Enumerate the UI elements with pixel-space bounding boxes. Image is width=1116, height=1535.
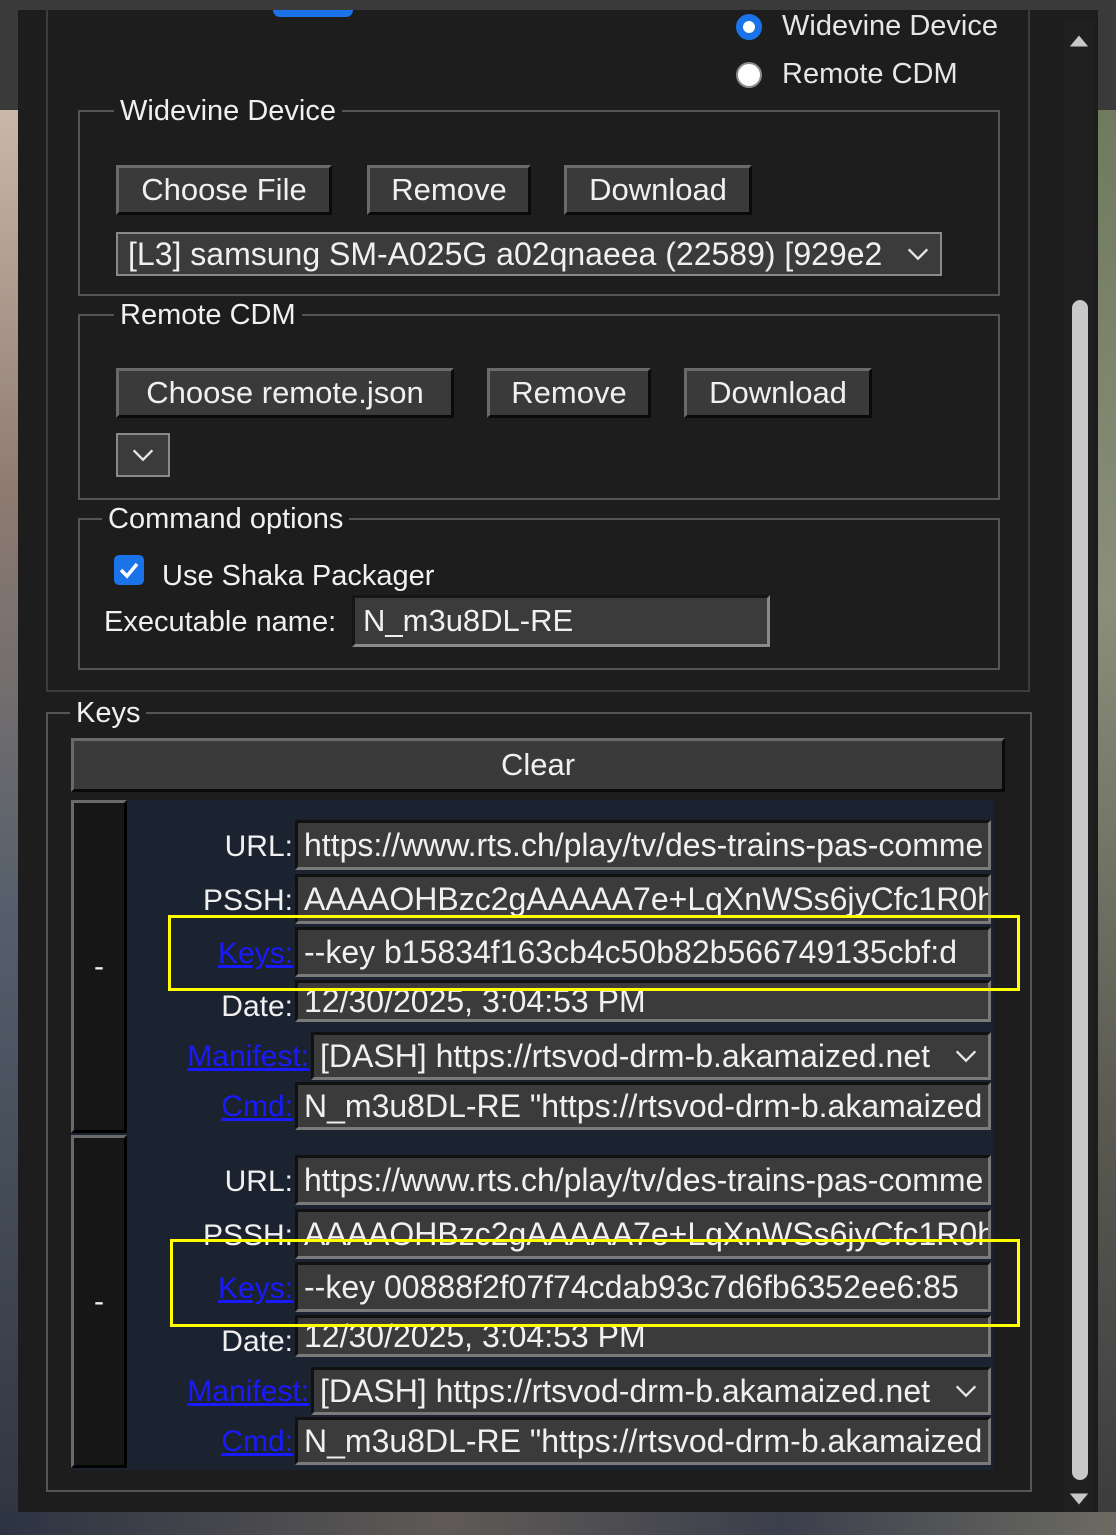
- choose-file-button[interactable]: Choose File: [116, 165, 332, 215]
- radio-widevine-device[interactable]: Widevine Device: [736, 10, 998, 43]
- scroll-down-arrow-icon[interactable]: [1068, 1488, 1090, 1510]
- keys-highlight-box: [170, 1239, 1020, 1327]
- remove-device-button[interactable]: Remove: [367, 165, 531, 215]
- clear-keys-button[interactable]: Clear: [71, 738, 1005, 792]
- remove-remote-button[interactable]: Remove: [487, 368, 651, 418]
- date-label: Date:: [221, 1325, 293, 1358]
- webpage-background-bottom: [0, 1512, 1116, 1535]
- keys-legend: Keys: [76, 697, 141, 729]
- download-device-button[interactable]: Download: [564, 165, 752, 215]
- radio-label: Remote CDM: [782, 58, 958, 90]
- remove-entry-button[interactable]: -: [71, 1135, 127, 1468]
- remove-entry-button[interactable]: -: [71, 800, 127, 1133]
- scroll-up-arrow-icon[interactable]: [1068, 30, 1090, 52]
- webpage-background-left: [0, 0, 20, 1535]
- device-select-value: [L3] samsung SM-A025G a02qnaeea (22589) …: [128, 235, 883, 272]
- command-options-legend: Command options: [108, 503, 344, 535]
- chevron-down-icon: [955, 1385, 977, 1398]
- device-select[interactable]: [L3] samsung SM-A025G a02qnaeea (22589) …: [116, 232, 942, 276]
- choose-remote-json-button[interactable]: Choose remote.json: [116, 368, 454, 418]
- radio-remote-cdm[interactable]: Remote CDM: [736, 58, 958, 91]
- url-label: URL:: [224, 1165, 293, 1198]
- use-shaka-checkbox[interactable]: [114, 555, 144, 585]
- url-field[interactable]: https://www.rts.ch/play/tv/des-trains-pa…: [295, 820, 991, 870]
- date-label: Date:: [221, 990, 293, 1023]
- cmd-link[interactable]: Cmd:: [221, 1090, 293, 1124]
- manifest-select-value: [DASH] https://rtsvod-drm-b.akamaized.ne…: [320, 1372, 930, 1409]
- chevron-down-icon: [907, 248, 929, 261]
- executable-name-input[interactable]: N_m3u8DL-RE: [352, 595, 770, 647]
- radio-checked-icon: [736, 13, 762, 40]
- manifest-select[interactable]: [DASH] https://rtsvod-drm-b.akamaized.ne…: [311, 1032, 991, 1080]
- top-accent-pill: [273, 10, 353, 17]
- popup-scrollbar[interactable]: [1064, 20, 1094, 1512]
- cmd-link[interactable]: Cmd:: [221, 1425, 293, 1459]
- widevine-device-legend: Widevine Device: [120, 95, 336, 127]
- chevron-down-icon: [132, 449, 154, 462]
- remote-cdm-select[interactable]: [116, 433, 170, 477]
- manifest-select-value: [DASH] https://rtsvod-drm-b.akamaized.ne…: [320, 1037, 930, 1074]
- radio-unchecked-icon: [736, 61, 762, 88]
- cmd-field[interactable]: N_m3u8DL-RE "https://rtsvod-drm-b.akamai…: [295, 1417, 991, 1465]
- webpage-background-right: [1096, 0, 1116, 1535]
- executable-name-label: Executable name:: [104, 606, 337, 638]
- keys-highlight-box: [168, 915, 1020, 991]
- manifest-select[interactable]: [DASH] https://rtsvod-drm-b.akamaized.ne…: [311, 1367, 991, 1415]
- remote-cdm-legend: Remote CDM: [120, 299, 296, 331]
- use-shaka-label: Use Shaka Packager: [162, 560, 435, 592]
- manifest-link[interactable]: Manifest:: [187, 1375, 309, 1409]
- extension-popup: Widevine Device Remote CDM Widevine Devi…: [18, 10, 1098, 1512]
- manifest-link[interactable]: Manifest:: [187, 1040, 309, 1074]
- keys-list: - URL: https://www.rts.ch/play/tv/des-tr…: [71, 800, 993, 1470]
- checkmark-icon: [119, 562, 139, 579]
- chevron-down-icon: [955, 1050, 977, 1063]
- pssh-label: PSSH:: [202, 884, 293, 917]
- url-field[interactable]: https://www.rts.ch/play/tv/des-trains-pa…: [295, 1155, 991, 1205]
- cmd-field[interactable]: N_m3u8DL-RE "https://rtsvod-drm-b.akamai…: [295, 1082, 991, 1130]
- browser-background-top: [0, 0, 1116, 10]
- radio-label: Widevine Device: [782, 10, 998, 42]
- url-label: URL:: [224, 830, 293, 863]
- scrollbar-thumb[interactable]: [1072, 300, 1088, 1480]
- download-remote-button[interactable]: Download: [684, 368, 872, 418]
